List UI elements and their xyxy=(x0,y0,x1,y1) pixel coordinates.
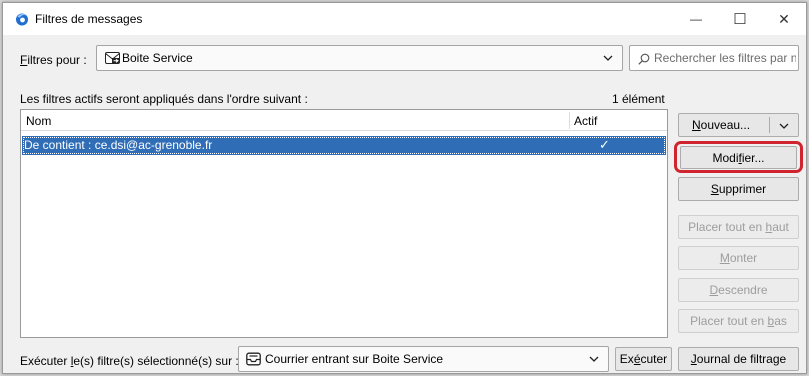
run-label-pre: Ex xyxy=(619,352,634,366)
split-divider xyxy=(769,117,770,133)
run-filters-button-label: Exécuter xyxy=(620,352,667,366)
filter-name: De contient : ce.dsi@ac-grenoble.fr xyxy=(24,138,213,152)
to-top-label-pre: Placer tout en xyxy=(688,220,766,234)
move-down-button-label: Descendre xyxy=(709,283,767,297)
move-to-bottom-button[interactable]: Placer tout en bas xyxy=(678,309,799,333)
new-label-accel: N xyxy=(692,118,701,132)
filter-log-button[interactable]: Journal de filtrage xyxy=(678,347,799,371)
run-on-folder-value: Courrier entrant sur Boite Service xyxy=(265,352,444,366)
to-top-label-post: aut xyxy=(772,220,789,234)
mailbox-icon xyxy=(105,52,120,64)
run-filters-button[interactable]: Exécuter xyxy=(615,347,672,371)
account-select-value: Boite Service xyxy=(122,51,193,65)
account-select[interactable]: Boite Service xyxy=(96,45,623,71)
up-label-accel: M xyxy=(719,251,730,265)
delete-filter-button-label: Supprimer xyxy=(711,182,766,196)
chevron-down-icon xyxy=(589,356,599,362)
run-on-label-pre: Exécuter xyxy=(20,354,71,368)
title-bar: Filtres de messages — ☐ ✕ xyxy=(3,3,806,35)
column-header-active[interactable]: Actif xyxy=(574,114,597,128)
filter-list-header: Nom Actif xyxy=(21,110,667,131)
column-header-name[interactable]: Nom xyxy=(26,114,51,128)
close-button[interactable]: ✕ xyxy=(762,3,806,35)
move-to-top-button-label: Placer tout en haut xyxy=(688,220,789,234)
search-icon xyxy=(638,53,650,65)
move-down-button[interactable]: Descendre xyxy=(678,278,799,302)
filters-for-label-post: iltres pour : xyxy=(27,53,87,67)
filter-list[interactable]: Nom Actif De contient : ce.dsi@ac-grenob… xyxy=(20,109,668,338)
run-on-label: Exécuter le(s) filtre(s) sélectionné(s) … xyxy=(20,354,239,368)
filter-row[interactable]: De contient : ce.dsi@ac-grenoble.fr ✓ xyxy=(22,136,666,155)
up-label-post: onter xyxy=(729,251,758,265)
minimize-icon: — xyxy=(690,12,702,26)
filters-dialog: Filtres de messages — ☐ ✕ Filtres pour :… xyxy=(2,2,807,374)
log-label-post: ournal de filtrage xyxy=(696,352,787,366)
move-to-bottom-button-label: Placer tout en bas xyxy=(690,314,787,328)
minimize-button[interactable]: — xyxy=(674,3,718,35)
highlight-annotation xyxy=(674,141,803,173)
maximize-button[interactable]: ☐ xyxy=(718,3,762,35)
filter-count: 1 élément xyxy=(612,92,665,106)
new-filter-button-label: Nouveau... xyxy=(692,118,750,132)
close-icon: ✕ xyxy=(778,10,790,27)
move-up-button-label: Monter xyxy=(720,251,757,265)
delete-label-post: upprimer xyxy=(718,182,767,196)
window-title: Filtres de messages xyxy=(35,12,143,26)
active-filters-info: Les filtres actifs seront appliqués dans… xyxy=(20,92,308,106)
inbox-icon xyxy=(246,352,261,366)
down-label-accel: D xyxy=(709,283,719,297)
search-filters-field[interactable] xyxy=(629,45,799,71)
move-to-top-button[interactable]: Placer tout en haut xyxy=(678,215,799,239)
column-separator[interactable] xyxy=(569,112,570,129)
new-filter-split-button[interactable]: Nouveau... xyxy=(678,113,799,137)
move-up-button[interactable]: Monter xyxy=(678,246,799,270)
maximize-icon: ☐ xyxy=(733,11,747,28)
search-input[interactable] xyxy=(654,48,796,68)
run-on-folder-select[interactable]: Courrier entrant sur Boite Service xyxy=(238,346,609,372)
chevron-down-icon[interactable] xyxy=(779,121,789,131)
down-label-post: escendre xyxy=(718,283,768,297)
active-checkmark-icon[interactable]: ✓ xyxy=(599,137,610,153)
new-label-post: ouveau... xyxy=(700,118,751,132)
delete-label-accel: S xyxy=(710,182,719,196)
run-label-post: cuter xyxy=(640,352,668,366)
thunderbird-app-icon xyxy=(16,13,28,26)
to-bottom-label-pre: Placer tout en xyxy=(690,314,768,328)
run-on-label-post: e(s) filtre(s) sélectionné(s) sur : xyxy=(73,354,239,368)
filter-log-button-label: Journal de filtrage xyxy=(691,352,786,366)
to-bottom-label-post: as xyxy=(774,314,787,328)
filters-for-label: Filtres pour : xyxy=(20,53,87,67)
delete-filter-button[interactable]: Supprimer xyxy=(678,177,799,201)
run-label-accel: é xyxy=(633,352,641,366)
chevron-down-icon xyxy=(603,55,613,61)
